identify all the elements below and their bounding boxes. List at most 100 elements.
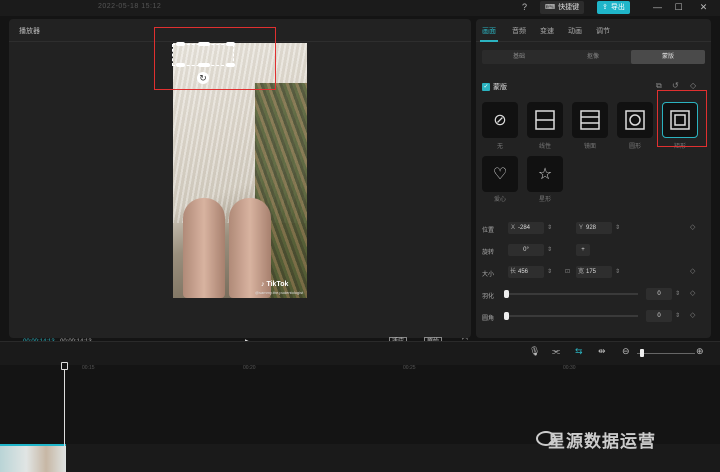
mask-tile-mirror[interactable]	[572, 102, 608, 138]
position-x-field[interactable]: X -284	[508, 222, 544, 234]
shortcut-button[interactable]: ⌨ 快捷键	[540, 1, 585, 14]
minimize-icon[interactable]: —	[652, 2, 663, 13]
close-icon[interactable]: ✕	[698, 2, 709, 13]
round-label: 圆角	[482, 316, 495, 322]
zoom-slider[interactable]	[637, 353, 695, 354]
segment-keying[interactable]: 抠像	[556, 50, 630, 64]
mask-caption: 无	[496, 144, 503, 150]
mirror-mask-icon	[580, 110, 600, 130]
tab-speed[interactable]: 变速	[540, 26, 554, 36]
tab-audio[interactable]: 音频	[512, 26, 526, 36]
ruler-tick: 00:25	[403, 365, 416, 371]
mask-caption: 线性	[538, 144, 551, 150]
properties-panel: 画面 音频 变速 动画 调节 基础 抠像 蒙版 ✓ 蒙版 ⧉ ↺ ◇ ⊘ 无 线…	[476, 19, 711, 338]
ruler-tick: 00:20	[243, 365, 256, 371]
rotation-stepper[interactable]: ⇕	[545, 244, 554, 256]
ruler-tick: 00:15	[82, 365, 95, 371]
feather-label: 羽化	[482, 294, 495, 300]
position-x-value: -284	[518, 225, 531, 231]
snap-icon[interactable]: ⫘	[552, 346, 560, 357]
mask-tile-none[interactable]: ⊘	[482, 102, 518, 138]
mask-caption: 镜面	[583, 144, 596, 150]
link-track-icon[interactable]: ⇆	[575, 346, 583, 357]
feather-field[interactable]: 0	[646, 288, 672, 300]
ruler-tick: 00:30	[563, 365, 576, 371]
reset-icon[interactable]: ↺	[672, 81, 679, 90]
round-field[interactable]: 0	[646, 310, 672, 322]
link-icon[interactable]: ⊡	[563, 266, 572, 278]
mask-tile-star[interactable]: ☆	[527, 156, 563, 192]
position-y-value: 928	[586, 225, 597, 231]
size-label: 大小	[482, 272, 495, 278]
height-prefix: 长	[509, 269, 516, 275]
tiktok-brand: ♪ TikTok	[261, 281, 289, 288]
tiktok-handle: @sammy.the.pudentologist	[255, 290, 304, 295]
feather-stepper[interactable]: ⇕	[673, 288, 682, 300]
tab-underline	[480, 40, 498, 42]
keyframe-icon[interactable]: ◇	[690, 311, 695, 319]
y-prefix: Y	[578, 225, 583, 231]
export-label: 导出	[610, 4, 625, 11]
export-icon: ⇪	[602, 4, 608, 11]
star-mask-icon: ☆	[537, 166, 553, 183]
width-prefix: 宽	[577, 269, 584, 275]
segment-basic[interactable]: 基础	[482, 50, 556, 64]
size-width-field[interactable]: 宽 175	[576, 266, 612, 278]
video-legs	[183, 198, 271, 298]
tab-adjust[interactable]: 调节	[596, 26, 610, 36]
split-icon[interactable]: ⇹	[598, 346, 606, 357]
shortcut-label: 快捷键	[558, 4, 580, 11]
highlight-box	[154, 27, 276, 90]
feather-slider-knob[interactable]	[504, 290, 509, 298]
keyframe-icon[interactable]: ◇	[690, 289, 695, 297]
size-height-field[interactable]: 长 456	[508, 266, 544, 278]
round-stepper[interactable]: ⇕	[673, 310, 682, 322]
mask-checkbox[interactable]: ✓	[482, 83, 490, 91]
feather-slider[interactable]	[506, 293, 638, 295]
highlight-box	[657, 90, 707, 147]
rotation-field[interactable]: 0°	[508, 244, 544, 256]
zoom-in-icon[interactable]: ⊕	[696, 346, 704, 357]
player-title: 播放器	[19, 28, 40, 35]
mask-caption: 星形	[538, 197, 551, 203]
position-y-field[interactable]: Y 928	[576, 222, 612, 234]
tab-animation[interactable]: 动画	[568, 26, 582, 36]
leg-left	[183, 198, 225, 298]
help-icon[interactable]: ?	[519, 2, 530, 13]
segment-mask[interactable]: 蒙版	[631, 50, 705, 64]
rotation-label: 旋转	[482, 250, 495, 256]
zoom-slider-knob[interactable]	[639, 349, 644, 357]
playhead-handle[interactable]	[61, 362, 68, 370]
mask-tile-circle[interactable]	[617, 102, 653, 138]
round-slider-knob[interactable]	[504, 312, 509, 320]
size-height-stepper[interactable]: ⇕	[545, 266, 554, 278]
playhead[interactable]	[64, 362, 65, 472]
maximize-icon[interactable]: ☐	[673, 2, 684, 13]
microphone-icon[interactable]: 🎙	[529, 346, 540, 357]
mask-caption: 爱心	[493, 197, 506, 203]
watermark: 星源数据运营	[548, 432, 656, 451]
export-button[interactable]: ⇪ 导出	[597, 1, 630, 14]
timeline-ruler[interactable]	[0, 365, 720, 377]
video-clip[interactable]	[0, 444, 66, 472]
zoom-out-icon[interactable]: ⊖	[622, 346, 630, 357]
size-width-value: 175	[586, 269, 597, 275]
keyframe-icon[interactable]: ◇	[690, 267, 695, 275]
keyframe-icon[interactable]: ◇	[690, 223, 695, 231]
tab-picture[interactable]: 画面	[482, 26, 496, 36]
none-icon: ⊘	[493, 112, 507, 129]
divider	[476, 41, 711, 42]
mask-tile-linear[interactable]	[527, 102, 563, 138]
circle-mask-icon	[625, 110, 645, 130]
mask-caption: 圆形	[628, 144, 641, 150]
x-prefix: X	[510, 225, 515, 231]
heart-mask-icon: ♡	[492, 166, 508, 183]
round-slider[interactable]	[506, 315, 638, 317]
mask-tile-heart[interactable]: ♡	[482, 156, 518, 192]
keyframe-icon[interactable]: ◇	[690, 81, 696, 90]
flip-button[interactable]: +	[576, 244, 590, 256]
position-y-stepper[interactable]: ⇕	[613, 222, 622, 234]
position-x-stepper[interactable]: ⇕	[545, 222, 554, 234]
title-date: 2022-05-18 15:12	[98, 3, 162, 10]
size-width-stepper[interactable]: ⇕	[613, 266, 622, 278]
